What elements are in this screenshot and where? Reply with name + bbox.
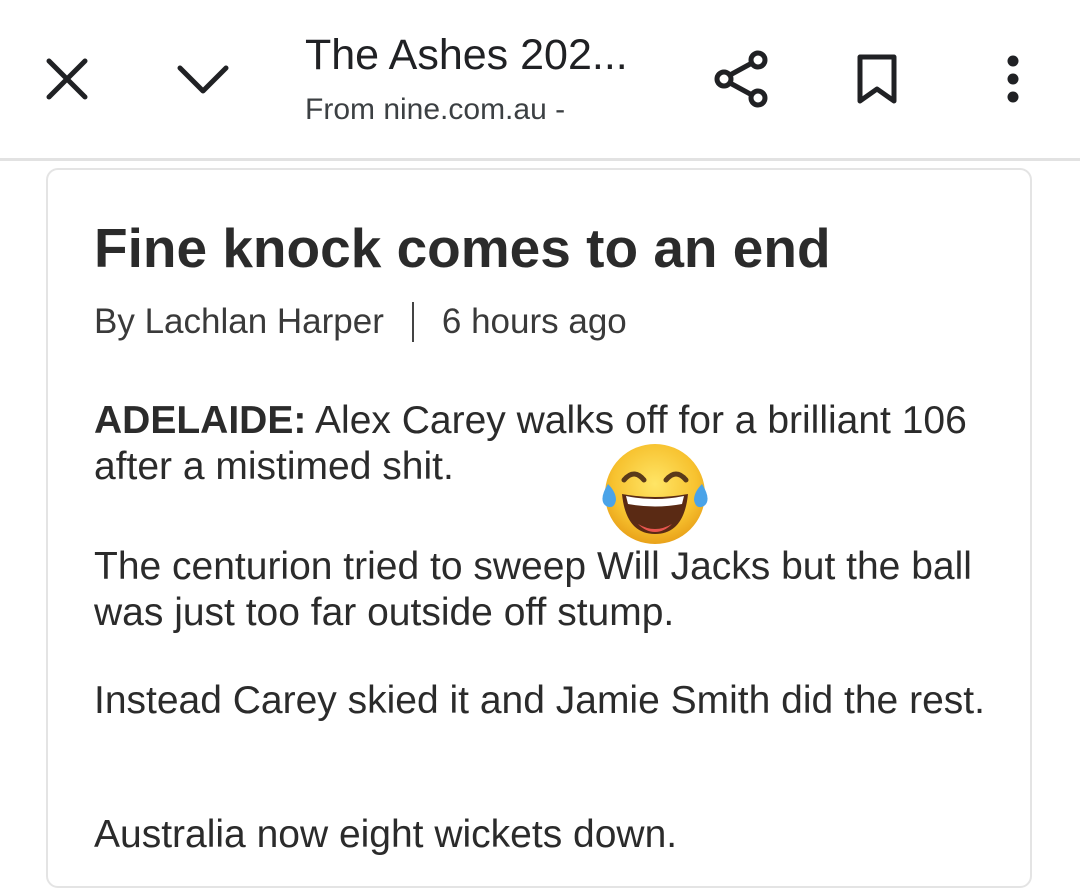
more-vert-icon	[1007, 55, 1019, 103]
tab-title-block: The Ashes 202... From nine.com.au -	[305, 30, 685, 128]
share-button[interactable]	[706, 44, 776, 114]
more-options-button[interactable]	[978, 44, 1048, 114]
article-paragraph: Australia now eight wickets down.	[94, 813, 678, 856]
byline-divider	[411, 302, 414, 342]
tab-source: From nine.com.au -	[305, 93, 566, 126]
share-icon	[714, 50, 768, 108]
bookmark-button[interactable]	[842, 44, 912, 114]
tears-of-joy-emoji-icon	[600, 442, 710, 550]
close-icon	[46, 58, 88, 100]
bookmark-icon	[857, 54, 897, 104]
article-paragraph: The centurion tried to sweep Will Jacks …	[94, 545, 972, 634]
collapse-button[interactable]	[168, 44, 238, 114]
close-button[interactable]	[32, 44, 102, 114]
chevron-down-icon	[177, 65, 229, 94]
publish-time: 6 hours ago	[441, 302, 627, 341]
byline: By Lachlan Harper 6 hours ago	[94, 300, 627, 344]
dateline: ADELAIDE:	[94, 399, 307, 442]
article-paragraph: ADELAIDE: Alex Carey walks off for a bri…	[94, 398, 994, 490]
article-headline: Fine knock comes to an end	[94, 217, 831, 279]
tab-title: The Ashes 202...	[305, 31, 628, 79]
top-app-bar: The Ashes 202... From nine.com.au -	[0, 0, 1080, 161]
article-card: Fine knock comes to an end By Lachlan Ha…	[46, 168, 1032, 888]
article-paragraph: Instead Carey skied it and Jamie Smith d…	[94, 679, 985, 722]
author-name[interactable]: By Lachlan Harper	[94, 300, 384, 344]
